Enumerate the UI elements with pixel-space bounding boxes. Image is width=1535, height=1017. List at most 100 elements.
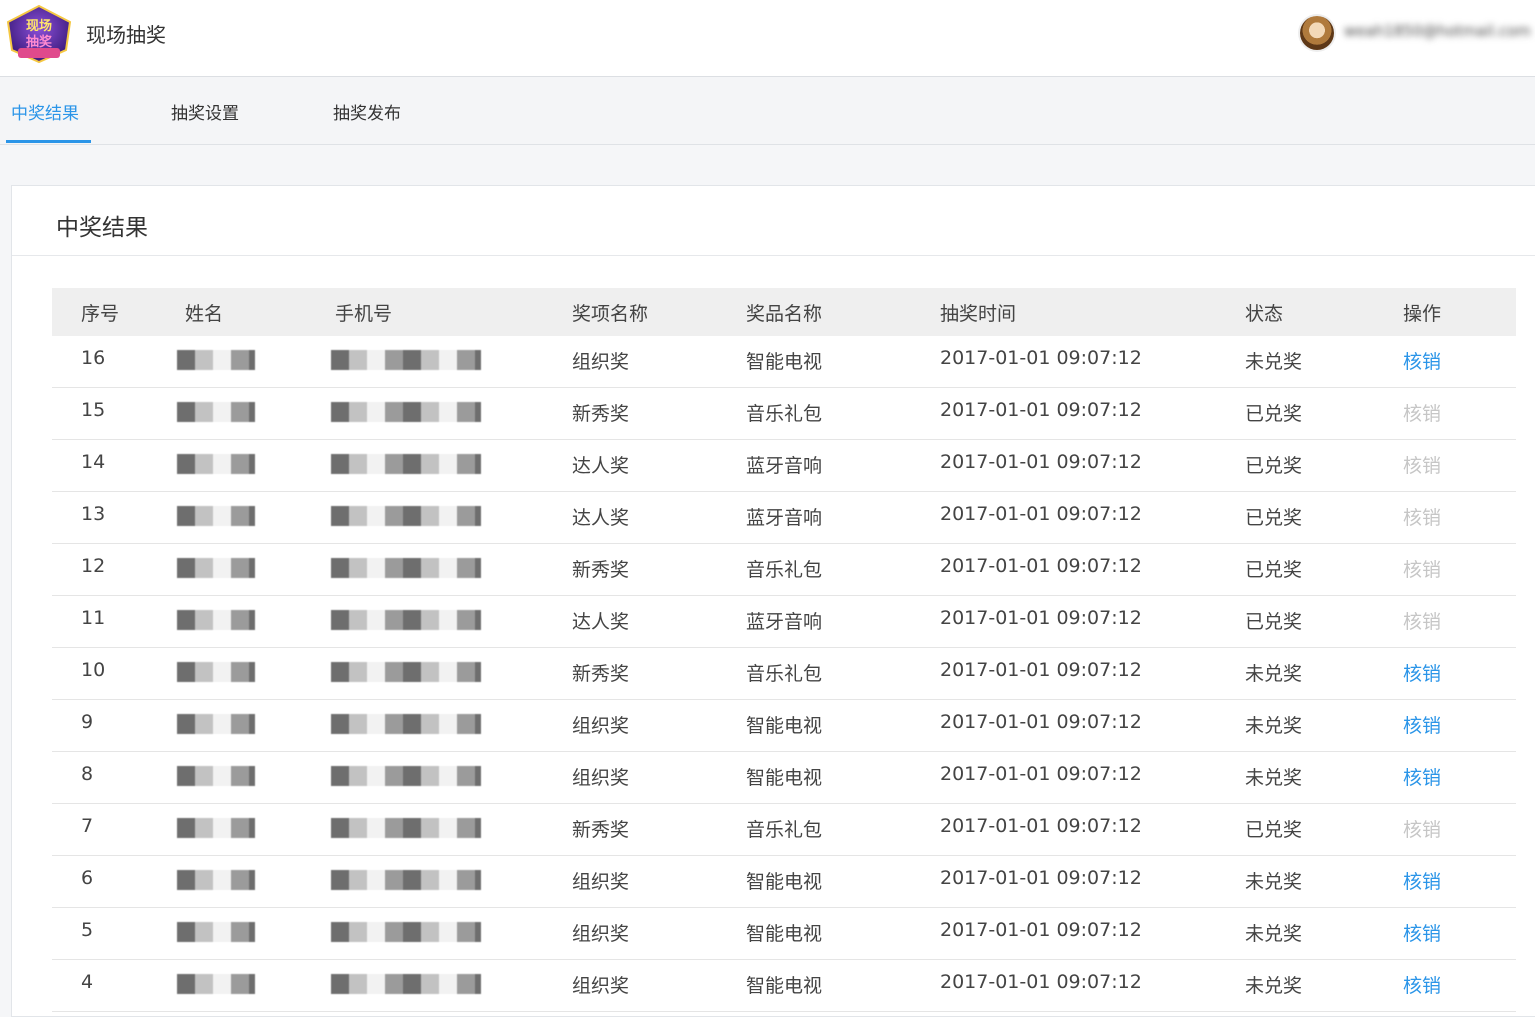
col-index: 序号: [81, 303, 120, 325]
redacted-phone: [331, 506, 481, 526]
cell-prize: 智能电视: [746, 767, 823, 789]
table-row: 16 组织奖 智能电视 2017-01-01 09:07:12 未兑奖 核销: [52, 336, 1516, 388]
card-title: 中奖结果: [56, 215, 148, 241]
table-row: 15 新秀奖 音乐礼包 2017-01-01 09:07:12 已兑奖 核销: [52, 388, 1516, 440]
cell-award: 组织奖: [572, 715, 630, 737]
table-body: 16 组织奖 智能电视 2017-01-01 09:07:12 未兑奖 核销 15 新秀奖 音乐…: [52, 336, 1516, 1012]
redacted-name: [177, 870, 255, 890]
cell-prize: 音乐礼包: [746, 819, 823, 841]
cell-award: 新秀奖: [572, 403, 630, 425]
verify-action-link[interactable]: 核销: [1403, 711, 1441, 738]
cell-status: 未兑奖: [1245, 871, 1303, 893]
cell-status: 未兑奖: [1245, 975, 1303, 997]
table-row: 4 组织奖 智能电视 2017-01-01 09:07:12 未兑奖 核销: [52, 960, 1516, 1012]
redacted-phone: [331, 870, 481, 890]
cell-status: 已兑奖: [1245, 611, 1303, 633]
redacted-name: [177, 714, 255, 734]
cell-prize: 音乐礼包: [746, 403, 823, 425]
cell-prize: 音乐礼包: [746, 559, 823, 581]
cell-time: 2017-01-01 09:07:12: [940, 971, 1142, 993]
cell-time: 2017-01-01 09:07:12: [940, 503, 1142, 525]
tab-lottery-settings[interactable]: 抽奖设置: [171, 99, 239, 124]
cell-time: 2017-01-01 09:07:12: [940, 867, 1142, 889]
cell-award: 组织奖: [572, 767, 630, 789]
top-header: 现场 抽奖 现场抽奖 weah1850@hotmail.com: [0, 0, 1535, 77]
cell-award: 达人奖: [572, 455, 630, 477]
tab-bar: 中奖结果 抽奖设置 抽奖发布: [0, 77, 1535, 145]
cell-award: 新秀奖: [572, 663, 630, 685]
redacted-phone: [331, 922, 481, 942]
table-row: 12 新秀奖 音乐礼包 2017-01-01 09:07:12 已兑奖 核销: [52, 544, 1516, 596]
redacted-phone: [331, 402, 481, 422]
redacted-name: [177, 818, 255, 838]
verify-action-link: 核销: [1403, 403, 1442, 425]
table-row: 8 组织奖 智能电视 2017-01-01 09:07:12 未兑奖 核销: [52, 752, 1516, 804]
cell-index: 16: [81, 347, 106, 369]
cell-prize: 智能电视: [746, 975, 823, 997]
cell-prize: 音乐礼包: [746, 663, 823, 685]
tab-lottery-publish[interactable]: 抽奖发布: [333, 99, 401, 124]
col-name: 姓名: [185, 303, 224, 325]
col-prize: 奖品名称: [746, 303, 823, 325]
redacted-name: [177, 922, 255, 942]
results-table: 序号 姓名 手机号 奖项名称 奖品名称 抽奖时间 状态 操作 16 组织奖 智能电视…: [52, 288, 1516, 1012]
verify-action-link[interactable]: 核销: [1403, 867, 1441, 894]
verify-action-link[interactable]: 核销: [1403, 763, 1441, 790]
cell-status: 已兑奖: [1245, 559, 1303, 581]
cell-time: 2017-01-01 09:07:12: [940, 659, 1142, 681]
cell-index: 14: [81, 451, 106, 473]
cell-index: 4: [81, 971, 94, 993]
cell-time: 2017-01-01 09:07:12: [940, 399, 1142, 421]
verify-action-link: 核销: [1403, 819, 1442, 841]
svg-text:现场: 现场: [26, 19, 52, 34]
verify-action-link: 核销: [1403, 559, 1442, 581]
table-row: 10 新秀奖 音乐礼包 2017-01-01 09:07:12 未兑奖 核销: [52, 648, 1516, 700]
active-tab-indicator: [6, 140, 91, 143]
user-avatar[interactable]: [1300, 16, 1334, 50]
cell-award: 新秀奖: [572, 559, 630, 581]
redacted-name: [177, 454, 255, 474]
verify-action-link[interactable]: 核销: [1403, 659, 1441, 686]
cell-time: 2017-01-01 09:07:12: [940, 711, 1142, 733]
cell-award: 组织奖: [572, 871, 630, 893]
cell-index: 12: [81, 555, 106, 577]
cell-award: 组织奖: [572, 351, 630, 373]
redacted-phone: [331, 766, 481, 786]
cell-time: 2017-01-01 09:07:12: [940, 555, 1142, 577]
cell-prize: 蓝牙音响: [746, 455, 823, 477]
app-logo: 现场 抽奖: [6, 4, 72, 64]
redacted-phone: [331, 350, 481, 370]
cell-prize: 智能电视: [746, 923, 823, 945]
cell-index: 7: [81, 815, 94, 837]
user-email[interactable]: weah1850@hotmail.com: [1344, 22, 1531, 40]
redacted-name: [177, 402, 255, 422]
verify-action-link[interactable]: 核销: [1403, 347, 1441, 374]
cell-award: 组织奖: [572, 923, 630, 945]
cell-status: 未兑奖: [1245, 351, 1303, 373]
table-row: 6 组织奖 智能电视 2017-01-01 09:07:12 未兑奖 核销: [52, 856, 1516, 908]
cell-status: 未兑奖: [1245, 715, 1303, 737]
table-header: 序号 姓名 手机号 奖项名称 奖品名称 抽奖时间 状态 操作: [52, 288, 1516, 336]
redacted-phone: [331, 454, 481, 474]
cell-prize: 智能电视: [746, 715, 823, 737]
table-row: 5 组织奖 智能电视 2017-01-01 09:07:12 未兑奖 核销: [52, 908, 1516, 960]
cell-status: 已兑奖: [1245, 819, 1303, 841]
card-divider: [12, 255, 1535, 256]
redacted-name: [177, 558, 255, 578]
cell-status: 未兑奖: [1245, 767, 1303, 789]
tab-winning-results[interactable]: 中奖结果: [11, 99, 79, 124]
redacted-name: [177, 974, 255, 994]
cell-time: 2017-01-01 09:07:12: [940, 347, 1142, 369]
cell-index: 13: [81, 503, 106, 525]
table-row: 13 达人奖 蓝牙音响 2017-01-01 09:07:12 已兑奖 核销: [52, 492, 1516, 544]
svg-text:抽奖: 抽奖: [26, 34, 53, 50]
results-card: 中奖结果 序号 姓名 手机号 奖项名称 奖品名称 抽奖时间 状态 操作 16 组织…: [11, 185, 1535, 1017]
verify-action-link[interactable]: 核销: [1403, 971, 1441, 998]
col-award: 奖项名称: [572, 303, 649, 325]
redacted-phone: [331, 714, 481, 734]
redacted-name: [177, 610, 255, 630]
cell-time: 2017-01-01 09:07:12: [940, 607, 1142, 629]
verify-action-link[interactable]: 核销: [1403, 919, 1441, 946]
cell-index: 9: [81, 711, 94, 733]
cell-prize: 蓝牙音响: [746, 507, 823, 529]
